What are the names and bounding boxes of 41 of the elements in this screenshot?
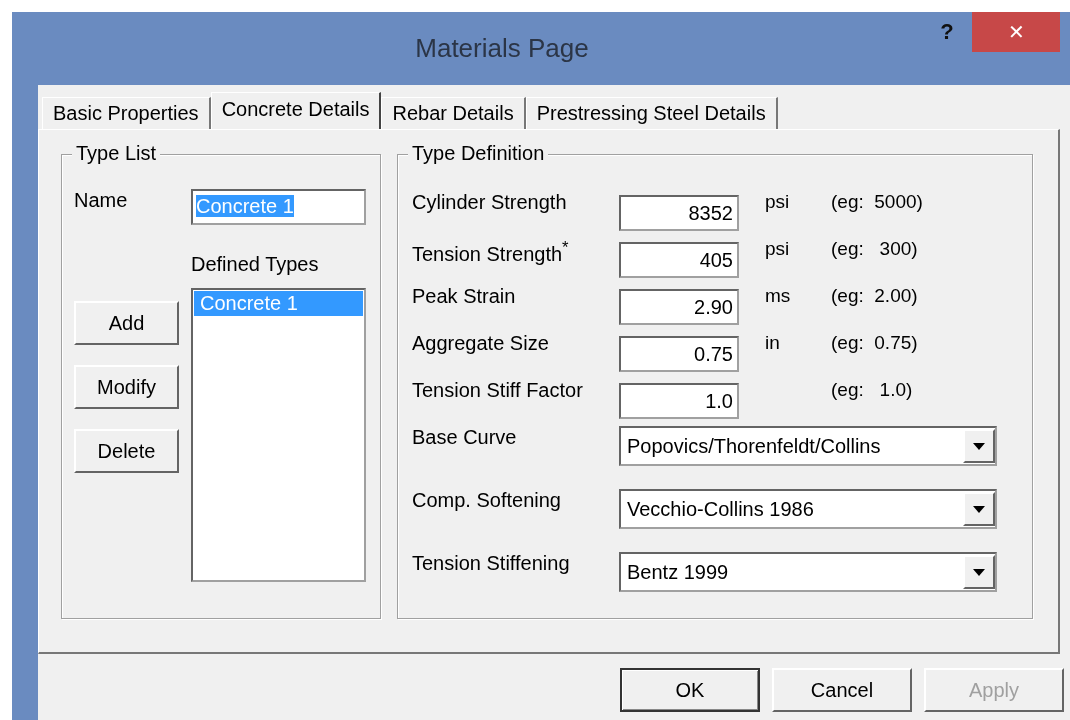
field-label: Peak Strain: [412, 285, 517, 308]
example-text: (eg: 1.0): [831, 379, 913, 401]
number-field[interactable]: 2.90: [619, 289, 739, 325]
tab[interactable]: Rebar Details: [381, 97, 526, 129]
example-text: (eg: 0.75): [831, 332, 918, 354]
example-text: (eg: 2.00): [831, 285, 918, 307]
unit-label: in: [764, 332, 781, 354]
group-title: Type Definition: [408, 142, 549, 165]
window-title: Materials Page: [414, 33, 590, 64]
field-label: Base Curve: [412, 426, 518, 449]
number-field[interactable]: 1.0: [619, 383, 739, 419]
group-title: Type List: [72, 142, 161, 165]
action-button[interactable]: Modify: [74, 365, 179, 409]
help-button[interactable]: ?: [922, 12, 972, 52]
field-label: Comp. Softening: [412, 489, 562, 512]
dropdown[interactable]: Popovics/Thorenfeldt/Collins: [619, 426, 997, 466]
number-field[interactable]: 405: [619, 242, 739, 278]
number-field[interactable]: 0.75: [619, 336, 739, 372]
field-label: Tension Stiffening: [412, 552, 571, 575]
number-field[interactable]: 8352: [619, 195, 739, 231]
dialog-button[interactable]: OK: [620, 668, 760, 712]
dropdown[interactable]: Vecchio-Collins 1986: [619, 489, 997, 529]
example-text: (eg: 300): [831, 238, 918, 260]
field-label: Aggregate Size: [412, 332, 550, 355]
dialog-button[interactable]: Cancel: [772, 668, 912, 712]
action-button[interactable]: Delete: [74, 429, 179, 473]
unit-label: psi: [764, 238, 791, 260]
dropdown[interactable]: Bentz 1999: [619, 552, 997, 592]
field-label: Tension Stiff Factor: [412, 379, 584, 402]
tab[interactable]: Prestressing Steel Details: [525, 97, 778, 129]
field-label: Name: [74, 189, 128, 213]
example-text: (eg: 5000): [831, 191, 923, 213]
unit-label: psi: [764, 191, 791, 213]
close-button[interactable]: ✕: [972, 12, 1060, 52]
tab[interactable]: Basic Properties: [42, 97, 211, 129]
list-label: Defined Types: [191, 253, 320, 276]
unit-label: ms: [764, 285, 792, 307]
field-label: Cylinder Strength: [412, 191, 568, 214]
action-button[interactable]: Add: [74, 301, 179, 345]
tab[interactable]: Concrete Details: [210, 92, 382, 129]
field-label: Tension Strength$^{*}$: [412, 238, 570, 266]
